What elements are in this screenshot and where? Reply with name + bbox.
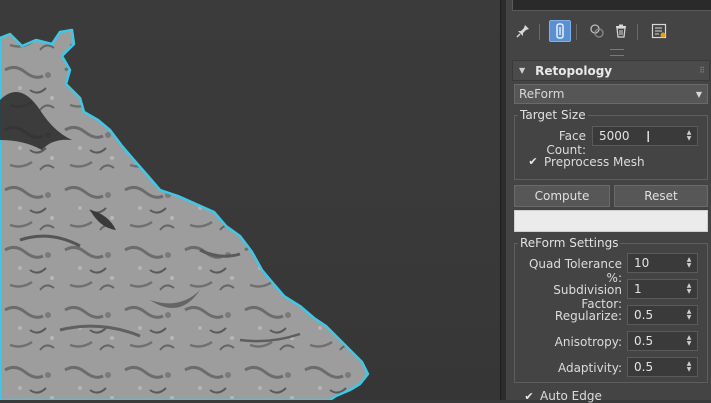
spinner-arrows-icon[interactable]: ▲ ▼	[685, 334, 693, 348]
regularize-value: 0.5	[634, 308, 654, 322]
toolbar-separator	[637, 24, 638, 40]
toolbar-separator	[576, 24, 577, 40]
spinner-arrows-icon[interactable]: ▲ ▼	[685, 282, 693, 296]
auto-edge-label: Auto Edge	[540, 389, 602, 403]
face-count-label: Face Count:	[546, 129, 586, 157]
rollout-grip-icon: ⠿	[699, 66, 705, 75]
make-unique-button[interactable]	[586, 20, 608, 42]
dropdown-selected-value: ReForm	[519, 87, 565, 101]
spinner-arrows-icon[interactable]: ▲ ▼	[685, 129, 693, 143]
modifier-toolbar	[506, 18, 711, 46]
remove-modifier-button[interactable]	[610, 20, 632, 42]
spinner-arrows-icon[interactable]: ▲ ▼	[685, 308, 693, 322]
regularize-label: Regularize:	[554, 309, 622, 323]
command-panel: ▼ Retopology ⠿ ReForm ▼ Target Size Face…	[506, 0, 711, 403]
face-count-value: 5000	[599, 129, 630, 143]
retopology-mode-dropdown[interactable]: ReForm ▼	[514, 84, 708, 104]
progress-bar	[514, 210, 708, 232]
anisotropy-spinner[interactable]: 0.5 ▲ ▼	[627, 331, 698, 351]
configure-modifier-sets-button[interactable]	[648, 20, 670, 42]
chevron-down-icon: ▼	[695, 90, 702, 99]
viewport[interactable]	[0, 0, 500, 400]
toolbar-separator	[539, 24, 540, 40]
object-name-field[interactable]	[512, 0, 711, 11]
quad-tolerance-value: 10	[634, 256, 650, 270]
pin-stack-button[interactable]	[512, 20, 534, 42]
adaptivity-spinner[interactable]: 0.5 ▲ ▼	[627, 357, 698, 377]
preprocess-mesh-label: Preprocess Mesh	[544, 155, 645, 169]
rollout-title: Retopology	[535, 63, 613, 78]
spinner-arrows-icon[interactable]: ▲ ▼	[685, 360, 693, 374]
anisotropy-value: 0.5	[634, 334, 654, 348]
subdivision-factor-spinner[interactable]: 1 ▲ ▼	[627, 279, 698, 299]
reform-settings-label: ReForm Settings	[518, 236, 621, 250]
adaptivity-value: 0.5	[634, 360, 654, 374]
adaptivity-label: Adaptivity:	[557, 361, 622, 375]
configure-icon	[651, 23, 667, 39]
compute-button[interactable]: Compute	[514, 185, 610, 207]
subdivision-factor-label: Subdivision Factor:	[553, 283, 622, 311]
quad-tolerance-label: Quad Tolerance %:	[528, 257, 622, 285]
pin-icon	[516, 25, 529, 38]
mesh-silhouette	[0, 28, 370, 400]
delete-icon	[616, 24, 626, 38]
spinner-arrows-icon[interactable]: ▲ ▼	[685, 256, 693, 270]
mesh-render	[0, 28, 370, 400]
show-end-result-button[interactable]	[549, 20, 571, 42]
modifier-stack-icon	[556, 23, 564, 39]
anisotropy-label: Anisotropy:	[554, 335, 622, 349]
reset-button[interactable]: Reset	[614, 185, 708, 207]
quad-tolerance-spinner[interactable]: 10 ▲ ▼	[627, 253, 698, 273]
target-size-label: Target Size	[518, 108, 588, 122]
collapse-arrow-icon: ▼	[519, 66, 526, 75]
preprocess-mesh-checkbox[interactable]: ✔	[527, 155, 539, 168]
make-unique-icon	[590, 24, 604, 38]
text-cursor-icon: I	[646, 128, 651, 146]
panel-resize-grip[interactable]	[610, 49, 624, 56]
auto-edge-checkbox[interactable]: ✔	[523, 390, 535, 403]
face-count-spinner[interactable]: 5000 ▲ ▼	[592, 126, 698, 146]
subdivision-factor-value: 1	[634, 282, 642, 296]
rollout-header-retopology[interactable]: ▼ Retopology ⠿	[512, 60, 710, 81]
regularize-spinner[interactable]: 0.5 ▲ ▼	[627, 305, 698, 325]
